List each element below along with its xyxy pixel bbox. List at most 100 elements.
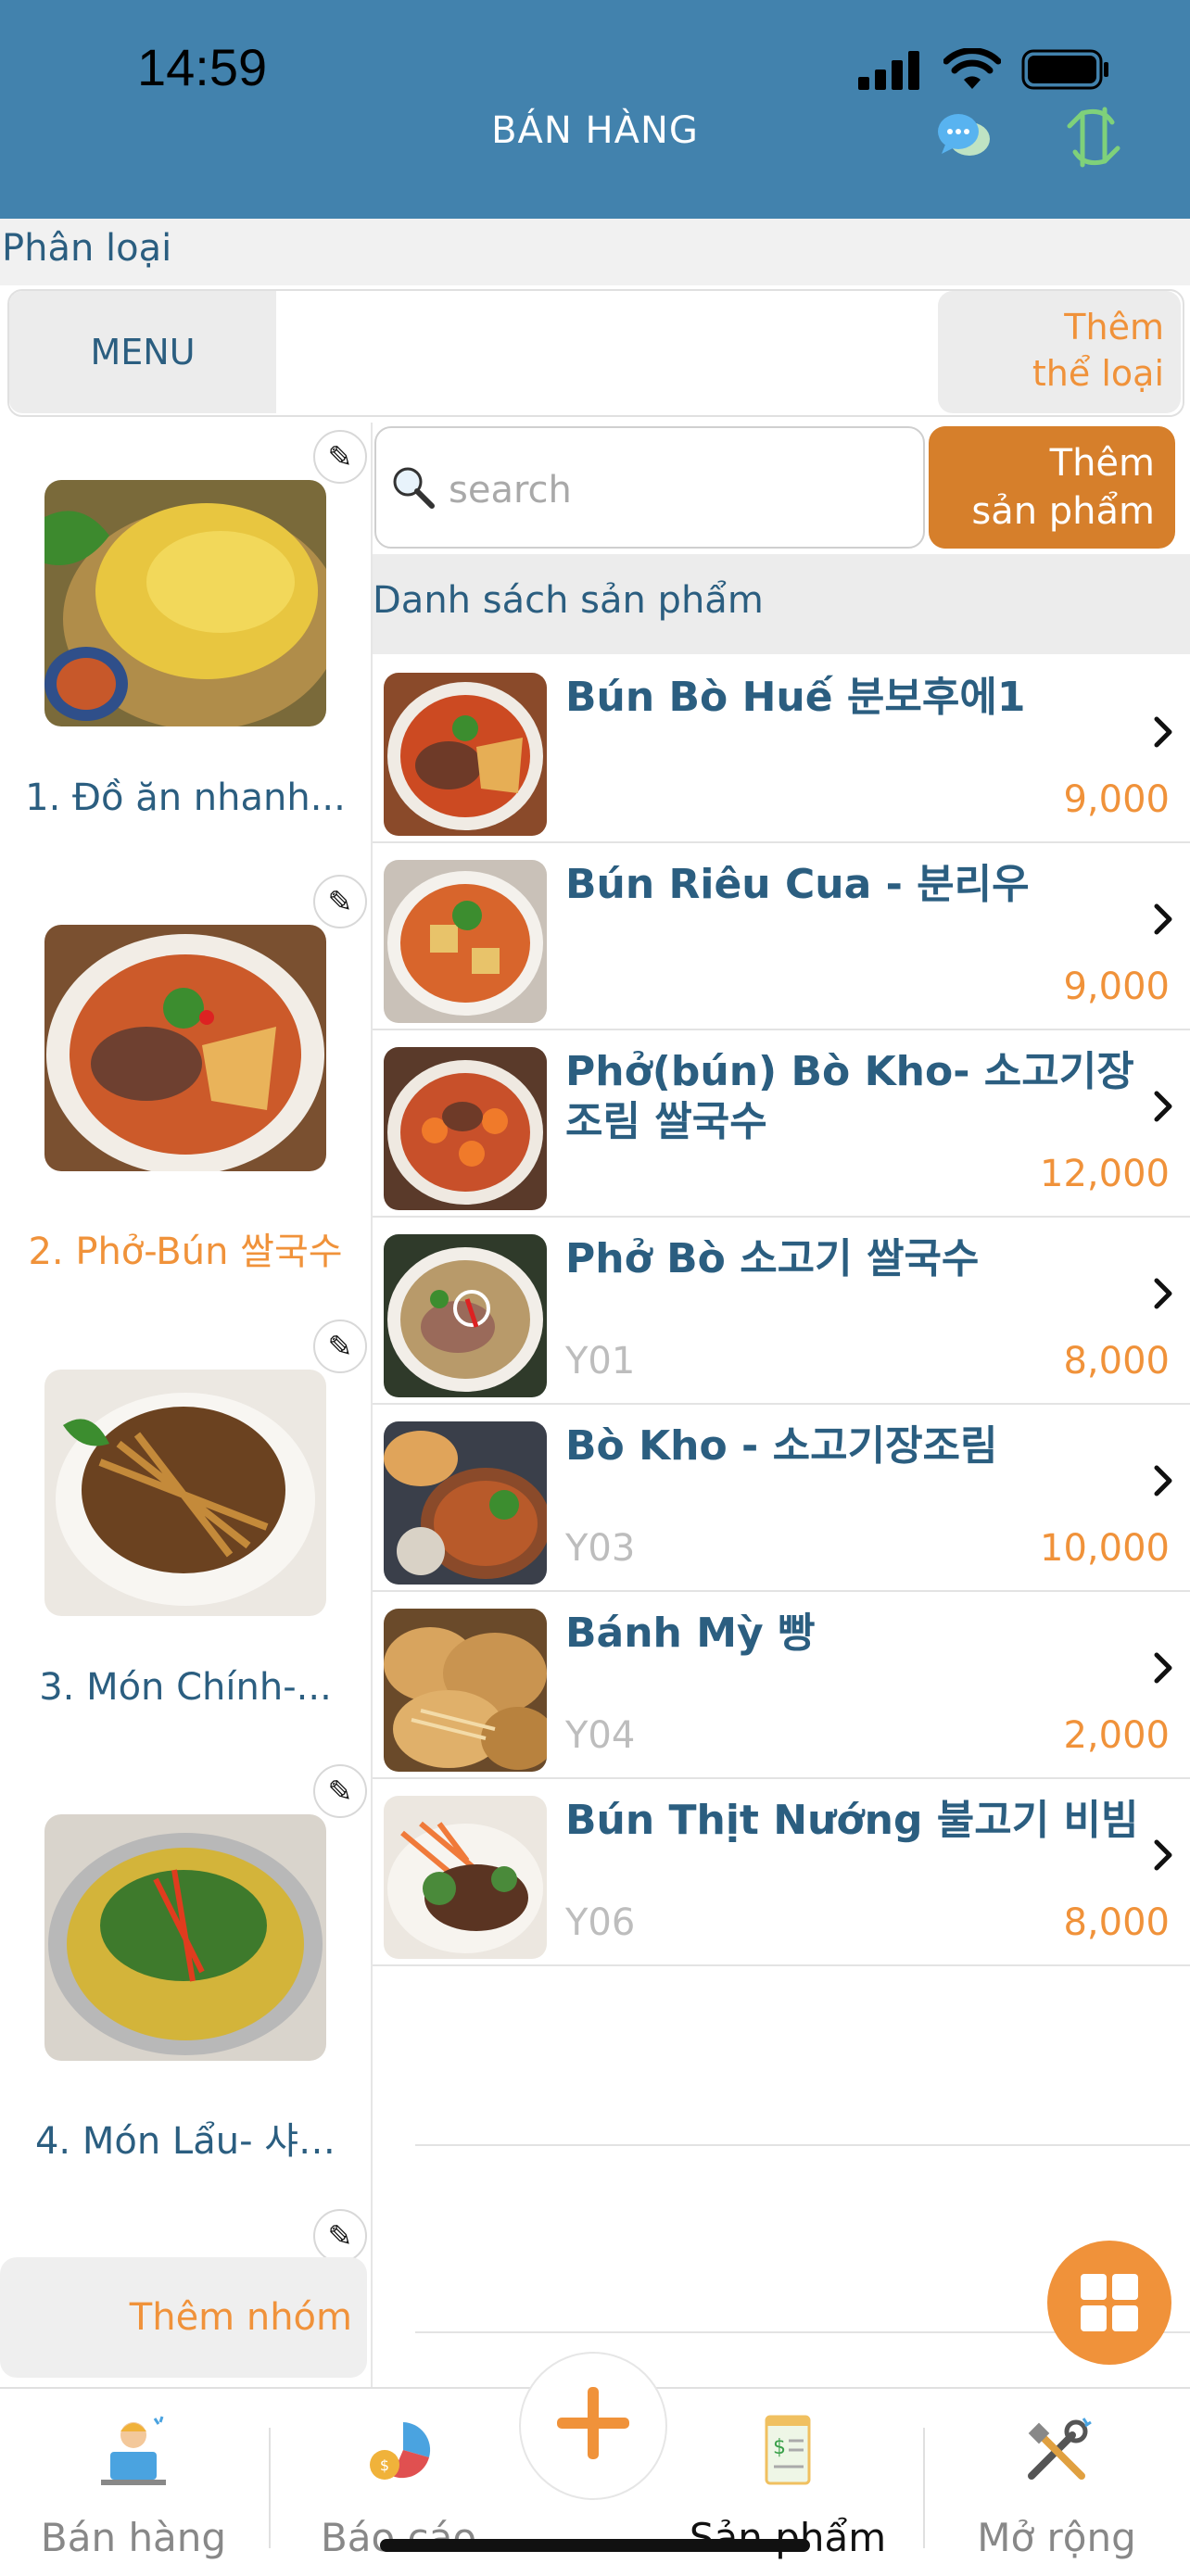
product-name: Bún Riêu Cua - 분리우 [565,861,1030,908]
chevron-right-icon [1154,716,1172,748]
status-icons [858,48,1110,91]
product-row[interactable]: Bánh Mỳ 빵 Y04 2,000 [373,1592,1190,1779]
product-price: 10,000 [1040,1527,1170,1570]
group-label-1[interactable]: 1. Đồ ăn nhanh... [0,777,371,819]
product-name: Phở(bún) Bò Kho- 소고기장조림 쌀국수 [565,1048,1134,1145]
product-price: 9,000 [1063,778,1170,821]
tab-divider [923,2428,925,2548]
pancake-food-image [44,480,326,726]
chevron-right-icon [1154,1465,1172,1496]
category-tab-menu[interactable]: MENU [9,291,276,413]
tab-label: Sản phẩm [689,2515,887,2560]
edit-pencil-icon[interactable]: ✎ [313,430,367,484]
add-product-label-line2: sản phẩm [971,490,1155,533]
group-image-2[interactable] [44,925,326,1171]
list-divider [415,2144,1190,2146]
signal-icon [858,51,919,90]
tab-mo-rong[interactable]: Mở rộng [936,2409,1177,2560]
product-list-title: Danh sách sản phẩm [373,579,764,622]
grid-view-button[interactable] [1047,2241,1171,2365]
product-code: Y03 [565,1527,636,1570]
group-label-2[interactable]: 2. Phở-Bún 쌀국수 [0,1221,371,1275]
hotpot-image [44,1814,326,2061]
main-dish-image [44,1370,326,1616]
group-label-4[interactable]: 4. Món Lẩu- 샤… [0,2111,371,2165]
tab-divider [269,2428,271,2548]
product-name: Bánh Mỳ 빵 [565,1610,816,1657]
product-code: Y01 [565,1340,636,1383]
edit-pencil-icon[interactable]: ✎ [313,2209,367,2263]
group-image-3[interactable] [44,1370,326,1616]
group-image-1[interactable] [44,480,326,726]
product-image [384,860,547,1023]
add-product-button[interactable]: Thêm sản phẩm [929,426,1175,549]
category-label: Phân loại [2,227,172,270]
svg-text:$: $ [380,2456,389,2474]
product-price: 8,000 [1063,1901,1170,1944]
chat-icon[interactable] [936,109,992,161]
product-name: Phở Bò 소고기 쌀국수 [565,1235,980,1282]
add-category-label-line2: thể loại [1032,353,1164,394]
product-row[interactable]: Bún Riêu Cua - 분리우 9,000 [373,843,1190,1030]
group-label-3[interactable]: 3. Món Chính-... [0,1666,371,1709]
grid-icon [1081,2274,1138,2331]
add-group-button[interactable]: Thêm nhóm [0,2257,367,2378]
home-indicator [380,2539,810,2552]
product-image [384,673,547,836]
cashier-icon [101,2416,166,2485]
plus-icon [557,2387,629,2459]
product-price: 8,000 [1063,1340,1170,1383]
tab-bao-cao[interactable]: $ Báo cáo [278,2409,519,2560]
group-image-4[interactable] [44,1814,326,2061]
product-name: Bò Kho - 소고기장조림 [565,1422,998,1470]
product-price: 9,000 [1063,966,1170,1008]
add-order-button[interactable] [519,2352,667,2500]
product-row[interactable]: Bò Kho - 소고기장조림 Y03 10,000 [373,1405,1190,1592]
tab-san-pham[interactable]: $ Sản phẩm [667,2409,908,2560]
tab-label: Mở rộng [977,2515,1136,2560]
svg-text:$: $ [773,2436,786,2459]
product-code: Y06 [565,1901,636,1944]
product-image [384,1234,547,1397]
product-name: Bún Thịt Nướng 불고기 비빔 [565,1797,1139,1844]
product-image [384,1796,547,1959]
noodle-soup-image [44,925,326,1171]
product-row[interactable]: Phở Bò 소고기 쌀국수 Y01 8,000 [373,1218,1190,1405]
chevron-right-icon [1154,1278,1172,1309]
sync-icon[interactable] [1057,100,1131,174]
add-product-label-line1: Thêm [1049,442,1155,485]
chevron-right-icon [1154,903,1172,935]
product-row[interactable]: Phở(bún) Bò Kho- 소고기장조림 쌀국수 12,000 [373,1030,1190,1218]
product-name: Bún Bò Huế 분보후에1 [565,674,1026,721]
search-input[interactable] [447,463,914,517]
product-price: 12,000 [1040,1153,1170,1195]
chevron-right-icon [1154,1652,1172,1684]
add-category-label-line1: Thêm [1064,307,1164,347]
chevron-right-icon [1154,1091,1172,1122]
tools-icon [1028,2418,1092,2480]
edit-pencil-icon[interactable]: ✎ [313,1320,367,1373]
product-image [384,1047,547,1210]
group-list: ✎ 1. Đồ ăn nhanh... ✎ 2. Phở-Bún 쌀국수 ✎ 3… [0,423,373,2387]
battery-icon [1021,49,1108,90]
product-price: 2,000 [1063,1714,1170,1757]
product-code: Y04 [565,1714,636,1757]
tab-label: Báo cáo [320,2515,477,2560]
search-icon [393,467,435,509]
add-category-button[interactable]: Thêm thể loại [938,291,1181,413]
tab-ban-hang[interactable]: Bán hàng [13,2409,254,2560]
wifi-icon [943,48,1001,89]
product-receipt-icon: $ [765,2415,811,2485]
edit-pencil-icon[interactable]: ✎ [313,875,367,928]
product-row[interactable]: Bún Bò Huế 분보후에1 9,000 [373,656,1190,843]
product-image [384,1609,547,1772]
status-time: 14:59 [137,38,268,96]
category-label-row [0,219,1190,285]
tab-label: Bán hàng [40,2515,227,2560]
page-title: BÁN HÀNG [491,109,699,152]
report-chart-icon: $ [370,2422,431,2480]
chevron-right-icon [1154,1839,1172,1871]
edit-pencil-icon[interactable]: ✎ [313,1764,367,1818]
product-image [384,1421,547,1585]
product-row[interactable]: Bún Thịt Nướng 불고기 비빔 Y06 8,000 [373,1779,1190,1966]
